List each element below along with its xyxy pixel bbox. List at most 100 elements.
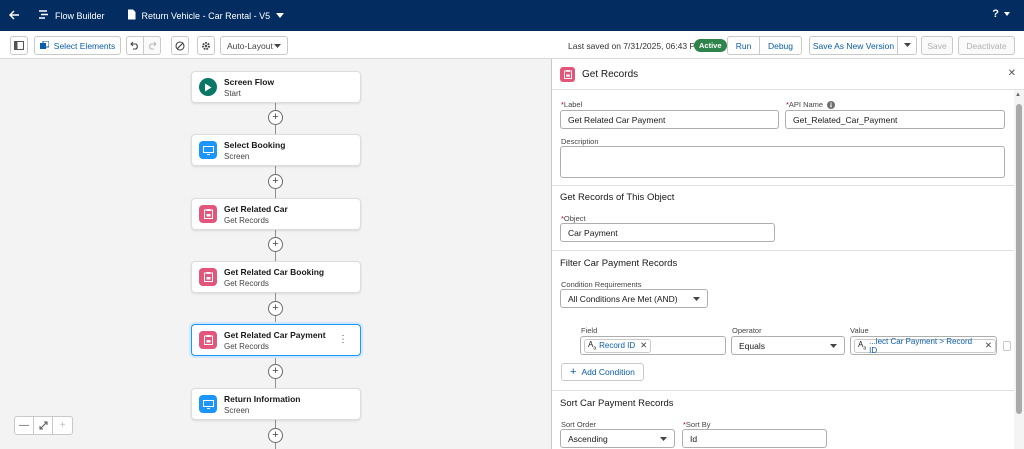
sort-section-title: Sort Car Payment Records	[560, 398, 674, 409]
get-records-icon	[199, 205, 217, 223]
value-pill: Aa ...lect Car Payment > Record ID ✕	[854, 337, 996, 355]
help-caret-icon	[1004, 12, 1010, 17]
layout-select[interactable]: Auto-Layout	[220, 36, 288, 55]
add-condition-label: Add Condition	[581, 367, 635, 377]
node-title: Get Related Car Booking	[224, 266, 325, 277]
filter-section-title: Filter Car Payment Records	[560, 258, 678, 269]
flow-node-get-related-car-payment[interactable]: Get Related Car Payment Get Records ⋮	[191, 324, 361, 356]
run-button[interactable]: Run	[727, 36, 760, 55]
info-icon[interactable]	[827, 100, 836, 109]
add-element-button[interactable]: +	[268, 364, 283, 379]
flow-name-menu[interactable]: Return Vehicle - Car Rental - V5	[127, 9, 285, 22]
flow-node-get-related-car[interactable]: Get Related Car Get Records	[191, 198, 361, 230]
panel-toggle-icon	[14, 41, 24, 50]
screen-icon	[199, 395, 217, 413]
back-arrow-icon[interactable]	[0, 8, 28, 23]
add-element-button[interactable]: +	[268, 301, 283, 316]
settings-button[interactable]	[197, 36, 215, 55]
condition-operator-select[interactable]: Equals	[731, 336, 845, 355]
delete-condition-icon[interactable]	[1003, 341, 1011, 351]
node-type: Screen	[224, 405, 250, 415]
app-name: Flow Builder	[55, 10, 105, 21]
save-button[interactable]: Save	[921, 36, 953, 55]
redo-button[interactable]	[143, 36, 161, 55]
remove-pill-icon[interactable]: ✕	[985, 340, 992, 351]
flow-builder-icon	[38, 9, 49, 22]
section-divider	[552, 185, 1015, 186]
scroll-up-icon[interactable]: ▲	[1015, 92, 1021, 98]
redo-icon	[149, 41, 157, 50]
add-icon: +	[570, 366, 577, 378]
zoom-out-button[interactable]: —	[15, 417, 34, 434]
add-element-button[interactable]: +	[268, 110, 283, 125]
condition-value-input[interactable]: Aa ...lect Car Payment > Record ID ✕	[850, 336, 997, 355]
flow-node-return-information[interactable]: Return Information Screen	[191, 388, 361, 420]
caret-down-icon[interactable]	[276, 11, 285, 21]
node-type: Get Records	[224, 278, 269, 288]
condition-field-value: Record ID	[599, 341, 636, 350]
node-title: Select Booking	[224, 139, 286, 150]
flow-canvas[interactable]: + + + + + + Screen Flow Start Select Boo…	[0, 59, 551, 449]
errors-button[interactable]	[171, 36, 189, 55]
section-divider	[552, 390, 1015, 391]
select-elements-icon	[39, 41, 49, 49]
select-elements-button[interactable]: Select Elements	[34, 36, 121, 55]
panel-scrollbar[interactable]: ▲	[1014, 90, 1024, 449]
layout-select-value: Auto-Layout	[227, 40, 273, 51]
flow-name: Return Vehicle - Car Rental - V5	[141, 10, 271, 21]
add-condition-button[interactable]: + Add Condition	[561, 363, 644, 381]
toolbar: Select Elements Auto-Layout Last saved o…	[0, 31, 1024, 59]
condition-field-input[interactable]: Aa Record ID ✕	[580, 336, 726, 355]
text-field-icon: Aa	[858, 339, 867, 352]
save-as-new-version-button[interactable]: Save As New Version	[809, 36, 898, 55]
expand-icon	[39, 421, 47, 430]
api-name-input[interactable]: Get_Related_Car_Payment	[785, 110, 1005, 129]
node-title: Get Related Car Payment	[224, 329, 326, 340]
flow-node-start[interactable]: Screen Flow Start	[191, 71, 361, 103]
deactivate-button[interactable]: Deactivate	[958, 36, 1015, 55]
add-element-button[interactable]: +	[268, 237, 283, 252]
node-type: Get Records	[224, 215, 269, 225]
toggle-panel-button[interactable]	[10, 36, 28, 55]
value-column-header: Value	[850, 326, 869, 335]
label-input[interactable]: Get Related Car Payment	[560, 110, 779, 129]
undo-button[interactable]	[126, 36, 144, 55]
node-type: Screen	[224, 151, 250, 161]
node-title: Return Information	[224, 393, 301, 404]
help-icon: ?	[992, 8, 999, 20]
add-element-button[interactable]: +	[268, 428, 283, 443]
condition-requirements-select[interactable]: All Conditions Are Met (AND)	[560, 289, 708, 308]
close-icon[interactable]: ✕	[1008, 68, 1016, 79]
add-element-button[interactable]: +	[268, 174, 283, 189]
scrollbar-thumb[interactable]	[1016, 104, 1022, 414]
node-title: Screen Flow	[224, 76, 275, 87]
description-textarea[interactable]	[560, 146, 1005, 178]
api-name-field-label: *API Name	[786, 100, 836, 109]
global-header: Flow Builder Return Vehicle - Car Rental…	[0, 0, 1024, 31]
node-type: Start	[224, 88, 241, 98]
section-divider	[552, 250, 1015, 251]
remove-pill-icon[interactable]: ✕	[640, 340, 647, 351]
object-input[interactable]: Car Payment	[560, 223, 775, 242]
sort-by-label: *Sort By	[683, 420, 711, 429]
zoom-in-button[interactable]: +	[53, 417, 72, 434]
help-menu[interactable]: ?	[992, 8, 1010, 20]
debug-button[interactable]: Debug	[759, 36, 802, 55]
play-icon	[199, 78, 217, 96]
ban-icon	[175, 40, 185, 51]
save-options-button[interactable]	[897, 36, 917, 55]
undo-icon	[130, 41, 138, 50]
node-title: Get Related Car	[224, 203, 288, 214]
sort-by-input[interactable]: Id	[682, 429, 827, 448]
label-field-label: *Label	[561, 100, 583, 109]
sort-order-select[interactable]: Ascending	[560, 429, 675, 448]
object-section-title: Get Records of This Object	[560, 192, 675, 203]
condition-requirements-value: All Conditions Are Met (AND)	[568, 293, 678, 304]
sort-order-label: Sort Order	[561, 420, 597, 429]
more-actions-icon[interactable]: ⋮	[338, 334, 348, 345]
fit-view-button[interactable]	[34, 417, 53, 434]
flow-node-get-related-car-booking[interactable]: Get Related Car Booking Get Records	[191, 261, 361, 293]
condition-operator-value: Equals	[739, 340, 765, 351]
flow-node-select-booking[interactable]: Select Booking Screen	[191, 134, 361, 166]
chevron-down-icon	[830, 344, 837, 348]
